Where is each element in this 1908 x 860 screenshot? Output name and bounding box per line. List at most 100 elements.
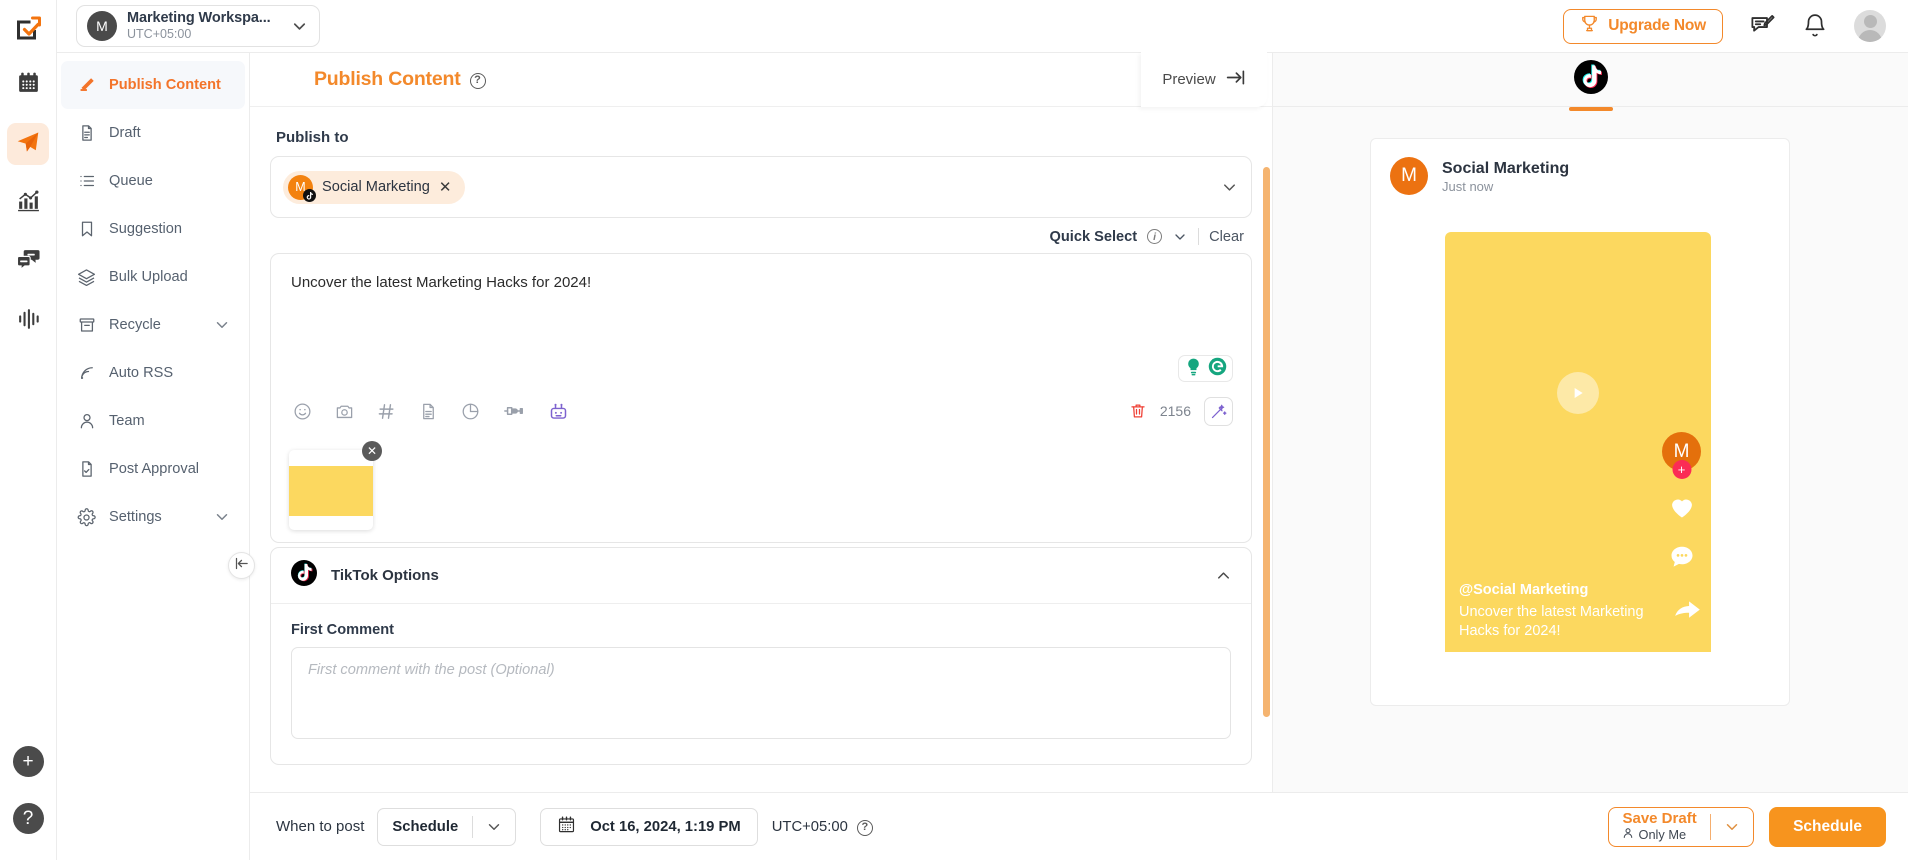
comment-icon[interactable] xyxy=(1668,543,1696,571)
sidebar-label: Suggestion xyxy=(109,221,231,237)
preview-account-text: Social Marketing Just now xyxy=(1442,159,1569,194)
tiktok-icon xyxy=(291,560,317,591)
editor-toolbar-right: 2156 xyxy=(1129,397,1233,426)
sidebar-item-settings[interactable]: Settings xyxy=(61,493,245,541)
first-comment-input[interactable] xyxy=(291,647,1231,739)
rail-item-inbox[interactable] xyxy=(7,241,49,283)
calendar-icon xyxy=(557,815,576,839)
timezone-help-icon[interactable]: ? xyxy=(857,820,873,836)
sidebar-item-draft[interactable]: Draft xyxy=(61,109,245,157)
schedule-date-picker[interactable]: Oct 16, 2024, 1:19 PM xyxy=(540,808,758,846)
hashtag-icon[interactable] xyxy=(377,402,396,421)
person-icon xyxy=(1622,827,1634,844)
close-icon[interactable]: ✕ xyxy=(439,178,454,197)
sidebar-label: Recycle xyxy=(109,317,200,333)
media-thumbnail[interactable]: ✕ xyxy=(289,450,373,530)
help-button[interactable]: ? xyxy=(13,803,44,834)
follow-button[interactable]: M + xyxy=(1662,432,1701,471)
document-icon[interactable] xyxy=(419,402,438,421)
save-draft-label: Save Draft xyxy=(1622,810,1696,827)
close-icon[interactable]: ✕ xyxy=(362,441,382,461)
share-arrow-icon[interactable] xyxy=(1673,597,1703,628)
info-icon[interactable]: i xyxy=(1147,229,1162,244)
sidebar-item-team[interactable]: Team xyxy=(61,397,245,445)
camera-icon[interactable] xyxy=(335,402,354,421)
tiktok-icon xyxy=(303,189,316,202)
question-icon: ? xyxy=(23,809,34,828)
page-title: Publish Content xyxy=(314,68,461,91)
save-draft-button[interactable]: Save Draft Only Me xyxy=(1608,807,1754,847)
main-content: Publish Content ? Publish to M Social Ma… xyxy=(250,52,1272,860)
chevron-down-icon[interactable] xyxy=(1711,818,1753,836)
chevron-down-icon[interactable] xyxy=(213,316,231,334)
help-icon[interactable]: ? xyxy=(470,73,486,89)
avatar[interactable] xyxy=(1854,10,1886,42)
schedule-date-value: Oct 16, 2024, 1:19 PM xyxy=(590,819,741,835)
rss-icon xyxy=(77,364,96,382)
sidebar-item-post-approval[interactable]: Post Approval xyxy=(61,445,245,493)
magic-wand-icon[interactable] xyxy=(1204,397,1233,426)
robot-icon[interactable] xyxy=(548,401,569,422)
sidebar-label: Publish Content xyxy=(109,77,231,93)
when-to-post-label: When to post xyxy=(276,818,364,835)
footer-timezone: UTC+05:00 xyxy=(772,819,848,835)
sidebar-item-queue[interactable]: Queue xyxy=(61,157,245,205)
chat-bubbles-icon xyxy=(16,247,41,277)
quick-select-label[interactable]: Quick Select xyxy=(1050,229,1138,245)
bell-icon[interactable] xyxy=(1802,13,1828,39)
paper-plane-icon xyxy=(15,129,41,160)
sidebar-item-publish-content[interactable]: Publish Content xyxy=(61,61,245,109)
sidebar-label: Queue xyxy=(109,173,231,189)
upgrade-now-button[interactable]: Upgrade Now xyxy=(1563,9,1723,44)
tiktok-options-title: TikTok Options xyxy=(331,567,439,584)
preview-handle: @Social Marketing xyxy=(1459,582,1649,598)
chevron-up-icon[interactable] xyxy=(1214,566,1233,585)
post-content: Uncover the latest Marketing Hacks for 2… xyxy=(291,272,1231,295)
sidebar-item-recycle[interactable]: Recycle xyxy=(61,301,245,349)
tiktok-options-header[interactable]: TikTok Options xyxy=(271,548,1251,604)
rail-item-analytics[interactable] xyxy=(7,182,49,224)
trash-icon[interactable] xyxy=(1129,402,1147,420)
publish-to-label: Publish to xyxy=(276,129,1252,146)
rail-item-publish[interactable] xyxy=(7,123,49,165)
feedback-edit-icon[interactable] xyxy=(1749,13,1776,40)
schedule-mode-select[interactable]: Schedule xyxy=(377,808,516,846)
preview-media[interactable]: M + @Social Marketing Uncover the late xyxy=(1445,232,1711,652)
emoji-icon[interactable] xyxy=(293,402,312,421)
rail-item-listening[interactable] xyxy=(7,300,49,342)
sidebar-item-bulk-upload[interactable]: Bulk Upload xyxy=(61,253,245,301)
preview-caption: Uncover the latest Marketing Hacks for 2… xyxy=(1459,603,1649,642)
chevron-down-icon[interactable] xyxy=(213,508,231,526)
vertical-scrollbar[interactable] xyxy=(1263,167,1270,717)
sidebar-item-suggestion[interactable]: Suggestion xyxy=(61,205,245,253)
layers-icon xyxy=(77,268,96,287)
plug-icon[interactable] xyxy=(503,400,525,422)
play-icon[interactable] xyxy=(1557,372,1599,414)
workspace-selector[interactable]: M Marketing Workspa... UTC+05:00 xyxy=(76,5,320,47)
post-text-area[interactable]: Uncover the latest Marketing Hacks for 2… xyxy=(271,254,1251,386)
tab-tiktok[interactable] xyxy=(1569,60,1613,111)
add-button[interactable]: + xyxy=(13,746,44,777)
quick-select-row: Quick Select i Clear xyxy=(270,228,1248,245)
publish-to-field[interactable]: M Social Marketing ✕ xyxy=(270,156,1252,218)
sidebar-collapse-button[interactable] xyxy=(228,552,255,579)
footer-bar: When to post Schedule Oct 16, 2024, 1:19… xyxy=(250,792,1908,860)
rail-item-calendar[interactable] xyxy=(7,64,49,106)
person-icon xyxy=(77,412,96,430)
app-logo-icon[interactable] xyxy=(7,8,49,50)
chevron-down-icon[interactable] xyxy=(1220,178,1239,197)
preview-toggle-button[interactable]: Preview xyxy=(1141,52,1267,107)
sidebar-item-auto-rss[interactable]: Auto RSS xyxy=(61,349,245,397)
chart-pie-icon[interactable] xyxy=(461,402,480,421)
tiktok-icon xyxy=(1574,60,1608,99)
lightbulb-icon[interactable] xyxy=(1183,356,1204,382)
chevron-down-icon xyxy=(473,818,515,836)
heart-icon[interactable] xyxy=(1668,493,1696,521)
character-count: 2156 xyxy=(1160,403,1191,419)
clear-button[interactable]: Clear xyxy=(1209,229,1248,245)
grammarly-widget[interactable] xyxy=(1178,355,1233,382)
chevron-down-icon[interactable] xyxy=(1172,229,1188,245)
sidebar-label: Draft xyxy=(109,125,231,141)
schedule-button[interactable]: Schedule xyxy=(1769,807,1886,847)
grammarly-g-icon[interactable] xyxy=(1207,356,1228,382)
